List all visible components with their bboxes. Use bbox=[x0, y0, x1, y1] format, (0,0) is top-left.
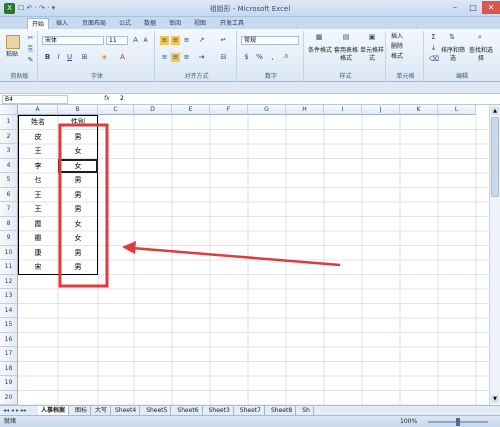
annotation-arrowhead bbox=[122, 241, 136, 254]
annotation-overlay bbox=[58, 123, 341, 288]
highlight-box bbox=[58, 123, 109, 288]
annotation-arrow bbox=[131, 246, 341, 267]
